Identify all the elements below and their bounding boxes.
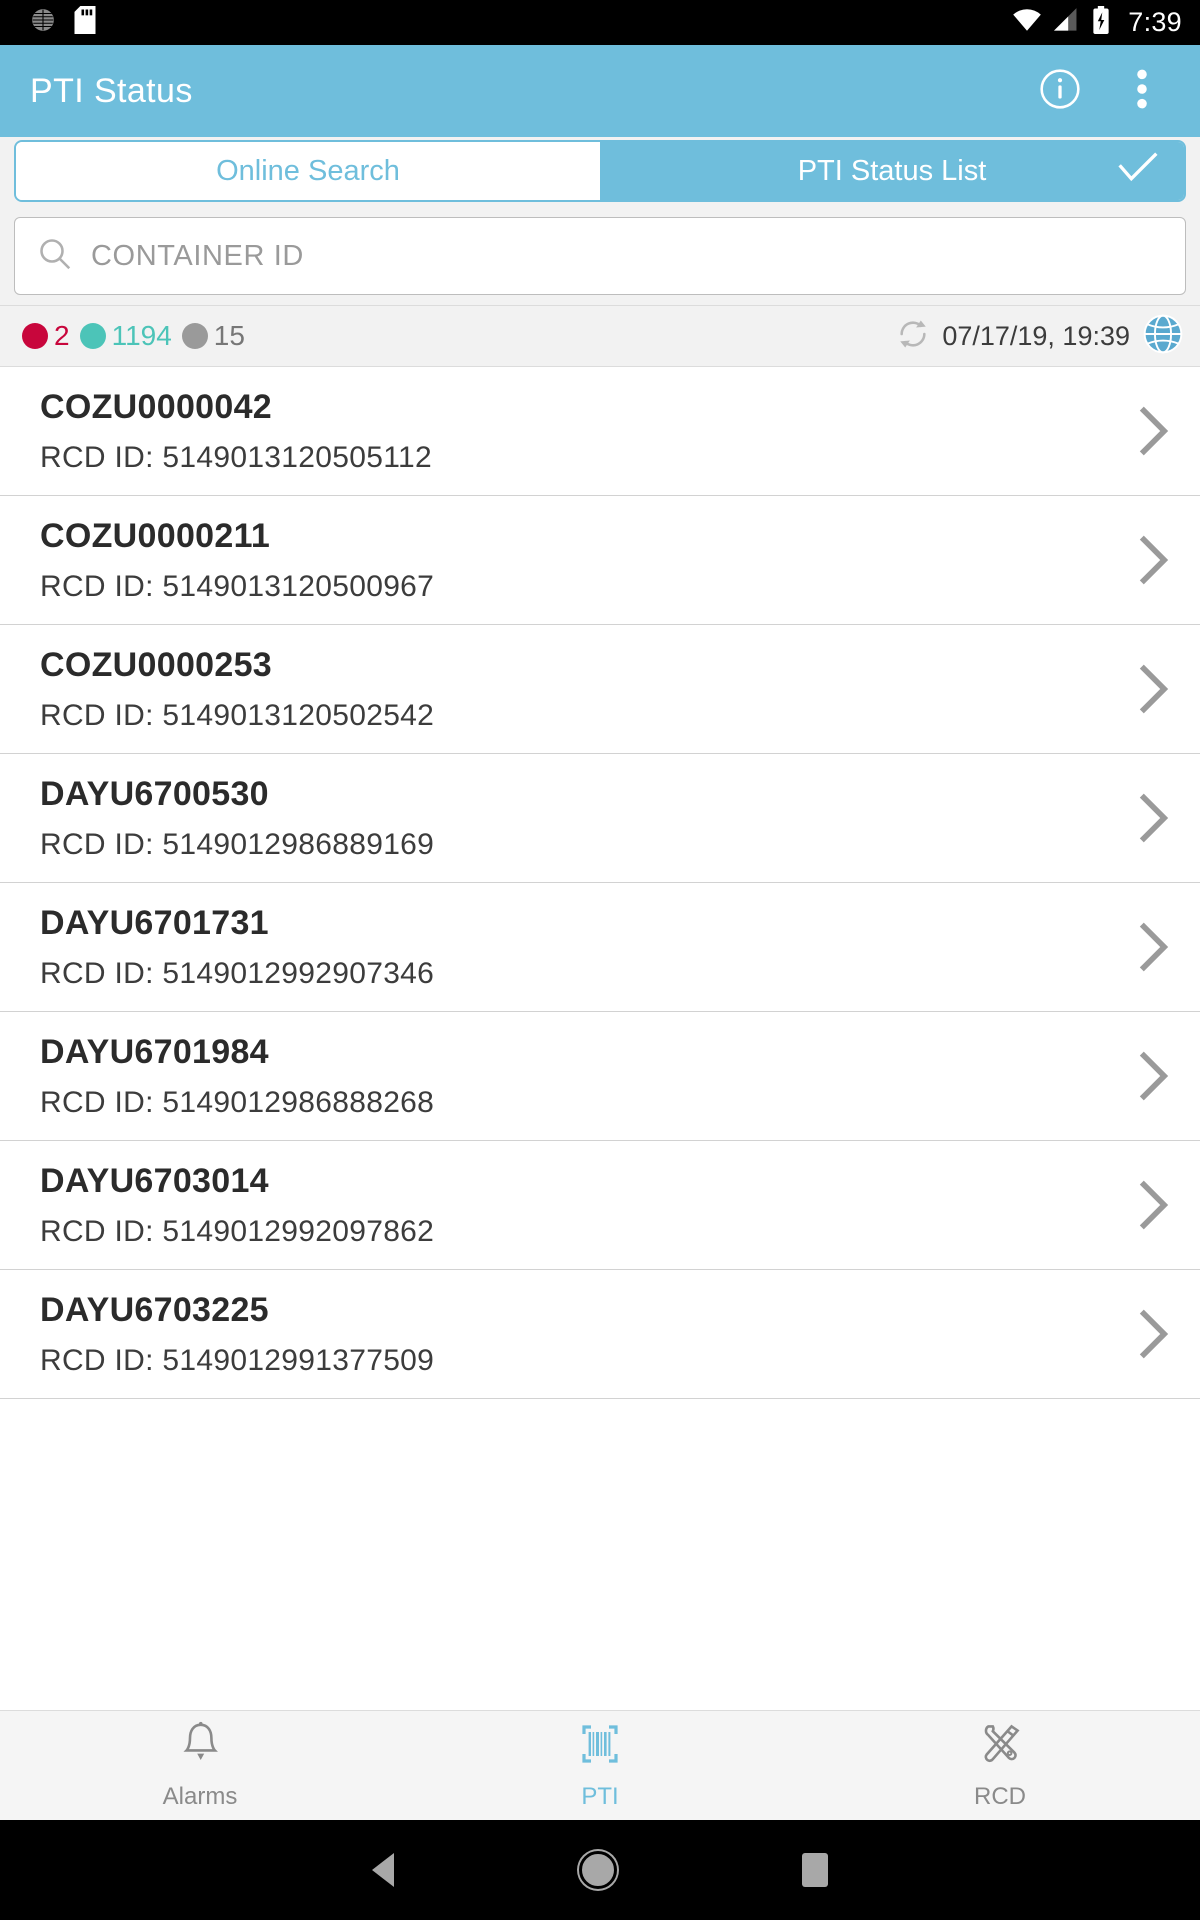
status-dot-red xyxy=(22,323,48,349)
row-content: COZU0000253 RCD ID: 5149013120502542 xyxy=(40,646,1128,733)
search-icon xyxy=(37,236,73,277)
table-row[interactable]: COZU0000253 RCD ID: 5149013120502542 xyxy=(0,625,1200,754)
chevron-right-icon[interactable] xyxy=(1128,532,1178,588)
overflow-menu-icon xyxy=(1136,67,1148,116)
rcd-id: RCD ID: 5149013120502542 xyxy=(40,698,435,732)
page-title: PTI Status xyxy=(30,71,193,110)
row-content: COZU0000042 RCD ID: 5149013120505112 xyxy=(40,388,1128,475)
info-icon xyxy=(1038,67,1082,116)
nav-item-pti-label: PTI xyxy=(581,1783,619,1810)
search-container: CONTAINER ID xyxy=(0,209,1200,305)
tab-pti-status-list[interactable]: PTI Status List xyxy=(600,142,1184,200)
row-content: DAYU6701731 RCD ID: 5149012992907346 xyxy=(40,904,1128,991)
table-row[interactable]: DAYU6703225 RCD ID: 5149012991377509 xyxy=(0,1270,1200,1399)
container-id: COZU0000253 xyxy=(40,645,272,684)
back-triangle-icon[interactable] xyxy=(372,1853,395,1887)
cellular-signal-icon xyxy=(1054,8,1080,37)
chevron-right-icon[interactable] xyxy=(1128,1306,1178,1362)
app-bar: PTI Status xyxy=(0,45,1200,137)
battery-charging-icon xyxy=(1092,6,1110,39)
wifi-icon xyxy=(1012,8,1042,37)
last-sync-timestamp: 07/17/19, 19:39 xyxy=(942,320,1130,351)
app-bar-actions xyxy=(1032,63,1170,119)
container-id: COZU0000211 xyxy=(40,516,271,555)
check-icon xyxy=(1118,152,1158,190)
sd-card-icon xyxy=(74,6,96,39)
barcode-icon xyxy=(576,1720,624,1773)
container-id: DAYU6701984 xyxy=(40,1032,269,1071)
sync-status: 07/17/19, 19:39 xyxy=(896,313,1184,360)
refresh-icon[interactable] xyxy=(896,317,930,356)
rcd-id: RCD ID: 5149013120505112 xyxy=(40,440,432,474)
status-dot-teal xyxy=(79,323,106,349)
container-id: DAYU6701731 xyxy=(40,903,269,942)
chevron-right-icon[interactable] xyxy=(1128,790,1178,846)
row-content: DAYU6703225 RCD ID: 5149012991377509 xyxy=(40,1291,1128,1378)
home-circle-icon[interactable] xyxy=(578,1851,617,1889)
tab-pti-status-list-label: PTI Status List xyxy=(797,154,987,187)
row-content: DAYU6703014 RCD ID: 5149012992097862 xyxy=(40,1162,1128,1249)
chevron-right-icon[interactable] xyxy=(1128,403,1178,459)
brightness-icon xyxy=(30,7,56,38)
container-id: DAYU6703014 xyxy=(40,1161,269,1200)
rcd-id: RCD ID: 5149012992907346 xyxy=(40,956,435,990)
container-id: COZU0000042 xyxy=(40,387,272,426)
globe-icon[interactable] xyxy=(1142,313,1184,360)
table-row[interactable]: DAYU6701984 RCD ID: 5149012986888268 xyxy=(0,1012,1200,1141)
container-id: DAYU6700530 xyxy=(40,774,269,813)
bell-icon xyxy=(176,1720,224,1773)
chevron-right-icon[interactable] xyxy=(1128,919,1178,975)
row-content: COZU0000211 RCD ID: 5149013120500967 xyxy=(40,517,1128,604)
status-bar-clock: 7:39 xyxy=(1128,7,1182,37)
search-placeholder: CONTAINER ID xyxy=(91,239,304,272)
android-navigation-bar xyxy=(0,1820,1200,1920)
table-row[interactable]: COZU0000042 RCD ID: 5149013120505112 xyxy=(0,367,1200,496)
chevron-right-icon[interactable] xyxy=(1128,1048,1178,1104)
table-row[interactable]: COZU0000211 RCD ID: 5149013120500967 xyxy=(0,496,1200,625)
rcd-id: RCD ID: 5149013120500967 xyxy=(40,569,435,603)
table-row[interactable]: DAYU6700530 RCD ID: 5149012986889169 xyxy=(0,754,1200,883)
status-counters: 2 1194 15 xyxy=(22,320,245,352)
search-input[interactable]: CONTAINER ID xyxy=(14,217,1186,295)
status-count-gray: 15 xyxy=(213,320,245,351)
chevron-right-icon[interactable] xyxy=(1128,1177,1178,1233)
tab-online-search[interactable]: Online Search xyxy=(16,142,600,200)
overflow-menu-button[interactable] xyxy=(1114,63,1170,119)
row-content: DAYU6700530 RCD ID: 5149012986889169 xyxy=(40,775,1128,862)
tools-icon xyxy=(976,1720,1024,1773)
status-counter-ok[interactable]: 1194 xyxy=(79,320,172,352)
status-counter-alarm[interactable]: 2 xyxy=(22,320,70,352)
status-dot-gray xyxy=(181,323,208,349)
status-counter-unknown[interactable]: 15 xyxy=(181,320,245,352)
android-status-bar: 7:39 xyxy=(0,0,1200,45)
nav-item-alarms[interactable]: Alarms xyxy=(0,1720,400,1811)
nav-item-rcd-label: RCD xyxy=(974,1783,1026,1810)
bottom-navigation: Alarms PTI RCD xyxy=(0,1710,1200,1820)
nav-item-rcd[interactable]: RCD xyxy=(800,1720,1200,1811)
rcd-id: RCD ID: 5149012986889169 xyxy=(40,827,435,861)
rcd-id: RCD ID: 5149012992097862 xyxy=(40,1214,435,1248)
status-bar-right-icons: 7:39 xyxy=(1012,6,1182,39)
rcd-id: RCD ID: 5149012991377509 xyxy=(40,1343,435,1377)
tab-online-search-label: Online Search xyxy=(216,154,400,187)
row-content: DAYU6701984 RCD ID: 5149012986888268 xyxy=(40,1033,1128,1120)
status-bar-left-icons xyxy=(30,6,96,39)
status-summary-bar: 2 1194 15 07/17/19, 19:39 xyxy=(0,305,1200,367)
pti-status-list[interactable]: COZU0000042 RCD ID: 5149013120505112 COZ… xyxy=(0,367,1200,1710)
container-id: DAYU6703225 xyxy=(40,1290,269,1329)
recents-square-icon[interactable] xyxy=(801,1853,828,1887)
nav-item-alarms-label: Alarms xyxy=(162,1783,238,1810)
table-row[interactable]: DAYU6703014 RCD ID: 5149012992097862 xyxy=(0,1141,1200,1270)
status-count-red: 2 xyxy=(54,320,70,351)
rcd-id: RCD ID: 5149012986888268 xyxy=(40,1085,435,1119)
chevron-right-icon[interactable] xyxy=(1128,661,1178,717)
table-row[interactable]: DAYU6701731 RCD ID: 5149012992907346 xyxy=(0,883,1200,1012)
app-screen: 7:39 PTI Status Online Search PTI Status… xyxy=(0,0,1200,1920)
status-count-teal: 1194 xyxy=(111,320,172,351)
nav-item-pti[interactable]: PTI xyxy=(400,1720,800,1811)
info-button[interactable] xyxy=(1032,63,1088,119)
tab-bar-container: Online Search PTI Status List xyxy=(0,137,1200,209)
segmented-tab-bar: Online Search PTI Status List xyxy=(14,140,1186,202)
